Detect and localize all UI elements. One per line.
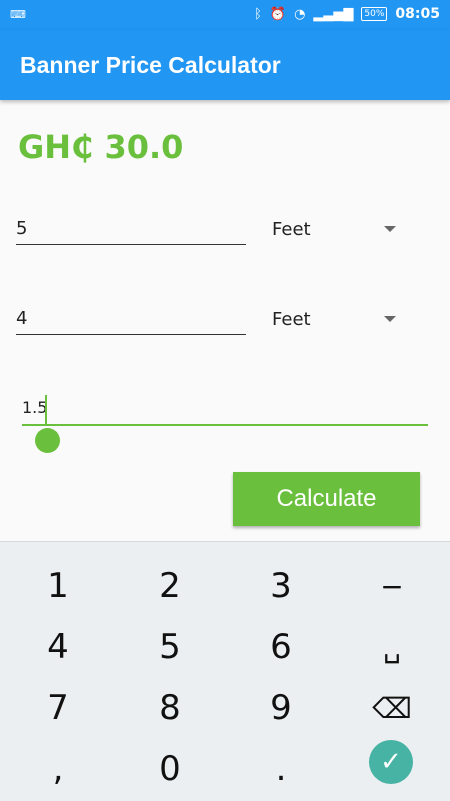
numeric-keyboard: 1 2 3 − 4 5 6 ␣ 7 8 9 ⌫ , 0 . ✓ [0, 541, 450, 801]
width-unit-select[interactable]: Feet [272, 214, 402, 244]
app-bar: Banner Price Calculator [0, 30, 450, 100]
dropdown-caret-icon [384, 316, 396, 322]
slider-track[interactable] [22, 424, 428, 426]
app-title: Banner Price Calculator [20, 52, 281, 78]
slider-indicator [45, 395, 47, 425]
key-6[interactable]: 6 [225, 617, 337, 677]
bluetooth-icon: ᛒ [254, 6, 262, 22]
key-5[interactable]: 5 [114, 617, 226, 677]
calculate-button[interactable]: Calculate [233, 472, 420, 526]
slider-value: 1.5 [22, 398, 48, 417]
key-0[interactable]: 0 [114, 739, 226, 799]
key-9[interactable]: 9 [225, 678, 337, 738]
status-time: 08:05 [395, 6, 440, 22]
backspace-key[interactable]: ⌫ [336, 678, 448, 738]
key-7[interactable]: 7 [2, 678, 114, 738]
status-icons: ᛒ ⏰ ◔ ▂▃▅▇ 50% 08:05 [254, 6, 440, 22]
height-unit-select[interactable]: Feet [272, 304, 402, 334]
width-input[interactable] [16, 212, 246, 245]
space-key[interactable]: ␣ [336, 617, 448, 677]
slider-thumb[interactable] [35, 428, 60, 453]
height-input[interactable] [16, 302, 246, 335]
signal-icon: ▂▃▅▇ [313, 6, 354, 22]
done-key[interactable]: ✓ [369, 740, 413, 784]
key-2[interactable]: 2 [114, 556, 226, 616]
key-comma[interactable]: , [2, 739, 114, 799]
key-3[interactable]: 3 [225, 556, 337, 616]
price-display: GH₵ 30.0 [18, 128, 184, 166]
wifi-icon: ◔ [294, 6, 306, 22]
width-unit-label: Feet [272, 218, 311, 240]
key-1[interactable]: 1 [2, 556, 114, 616]
battery-icon: 50% [361, 7, 388, 21]
key-8[interactable]: 8 [114, 678, 226, 738]
keyboard-indicator-icon: ⌨ [10, 8, 26, 21]
key-4[interactable]: 4 [2, 617, 114, 677]
key-minus[interactable]: − [336, 556, 448, 616]
dropdown-caret-icon [384, 226, 396, 232]
alarm-icon: ⏰ [269, 6, 287, 22]
key-period[interactable]: . [225, 739, 337, 799]
height-unit-label: Feet [272, 308, 311, 330]
status-bar: ⌨ ᛒ ⏰ ◔ ▂▃▅▇ 50% 08:05 [0, 0, 450, 30]
